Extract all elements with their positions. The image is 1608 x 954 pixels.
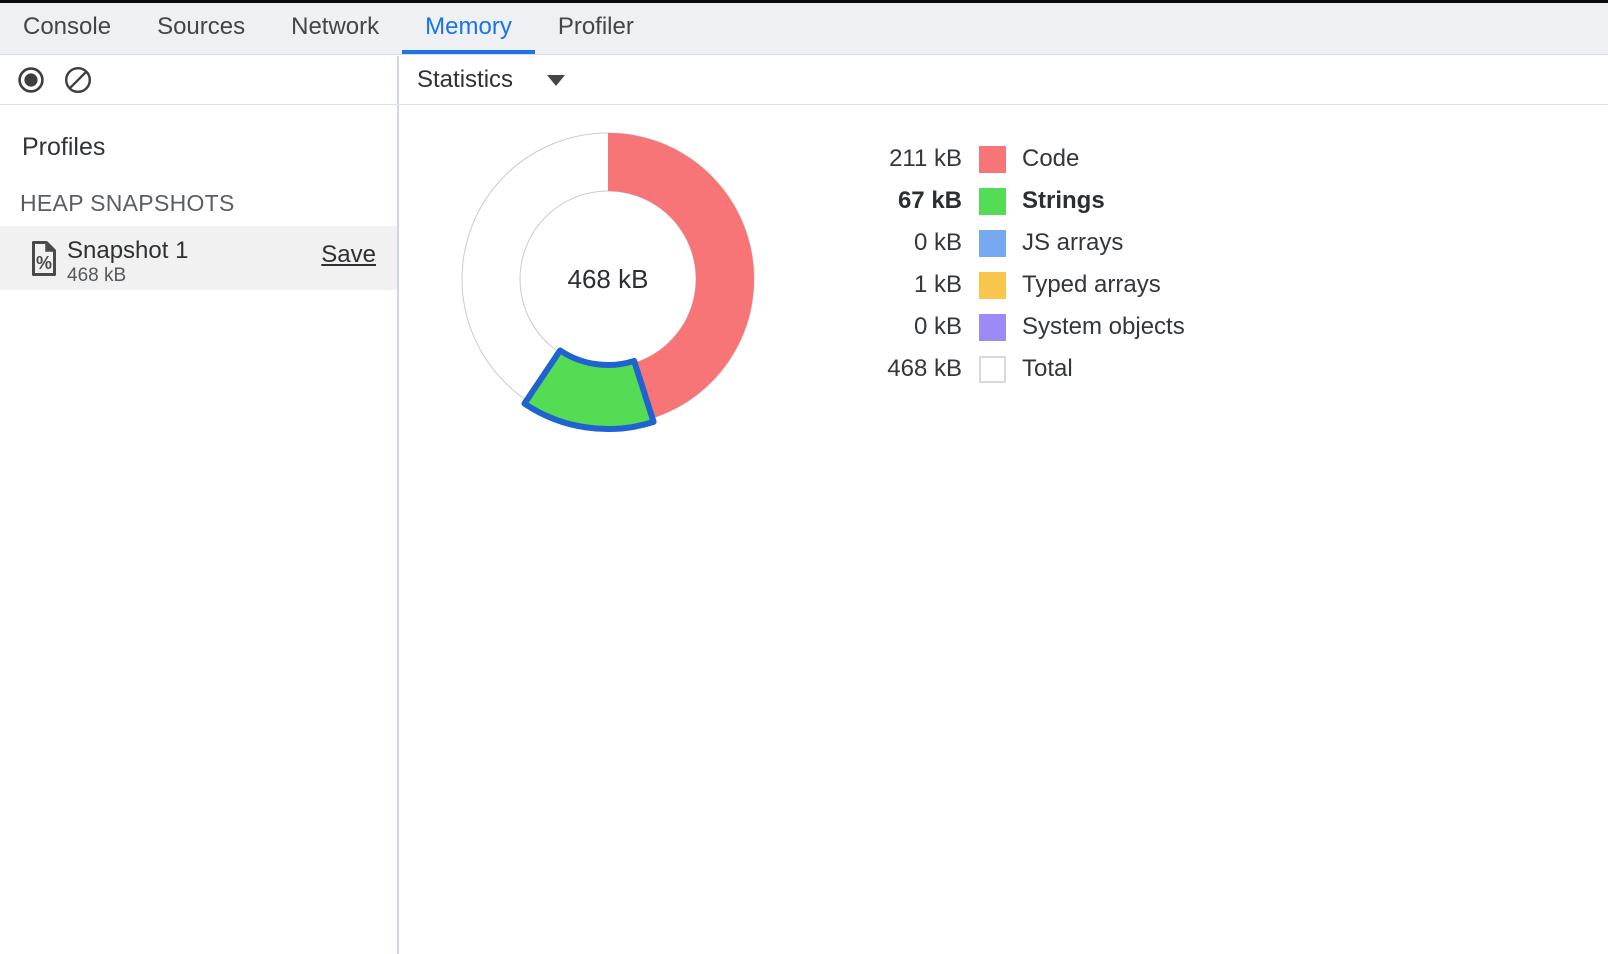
perspective-select-label: Statistics [417,66,513,94]
legend-swatch-icon [979,356,1006,383]
tab-console[interactable]: Console [0,3,134,54]
memory-toolbar: Statistics [0,56,1608,105]
tab-profiler[interactable]: Profiler [535,3,657,54]
caret-down-icon [545,73,567,87]
legend-swatch-icon [979,272,1006,299]
tab-sources[interactable]: Sources [134,3,268,54]
legend-value: 0 kB [832,229,962,257]
devtools-tabbar: ConsoleSourcesNetworkMemoryProfiler [0,3,1608,55]
legend-value: 1 kB [832,271,962,299]
legend-row-typed-arrays[interactable]: 1 kB Typed arrays [832,271,1185,299]
legend-swatch-icon [979,188,1006,215]
perspective-select[interactable]: Statistics [417,66,567,94]
record-heap-button[interactable] [17,66,45,94]
legend-swatch-icon [979,230,1006,257]
toolbar-left-section [0,56,399,104]
toolbar-right-section: Statistics [399,56,1608,104]
heap-snapshots-section-title: HEAP SNAPSHOTS [20,190,235,217]
legend-value: 0 kB [832,313,962,341]
legend-label: Typed arrays [1022,271,1161,299]
legend-label: Total [1022,355,1073,383]
clear-profiles-button[interactable] [64,66,92,94]
snapshot-name: Snapshot 1 [67,237,188,265]
profiles-sidebar: Profiles HEAP SNAPSHOTS % Snapshot 1 468… [0,105,399,954]
legend-row-js-arrays[interactable]: 0 kB JS arrays [832,229,1185,257]
legend-row-strings[interactable]: 67 kB Strings [832,187,1185,215]
legend-value: 468 kB [832,355,962,383]
heap-statistics-donut-chart: 468 kB [440,110,780,450]
legend-row-total[interactable]: 468 kB Total [832,355,1185,383]
legend-row-code[interactable]: 211 kB Code [832,145,1185,173]
svg-text:%: % [36,253,52,273]
chart-center-total-label: 468 kB [568,264,649,294]
save-snapshot-link[interactable]: Save [321,241,376,269]
legend-label: JS arrays [1022,229,1123,257]
legend-label: Strings [1022,187,1105,215]
tab-memory[interactable]: Memory [402,3,535,54]
legend-swatch-icon [979,146,1006,173]
record-icon [17,66,45,94]
legend-label: System objects [1022,313,1185,341]
legend-label: Code [1022,145,1079,173]
snapshot-size: 468 kB [67,265,126,287]
legend-row-system-objects[interactable]: 0 kB System objects [832,313,1185,341]
legend-value: 67 kB [832,187,962,215]
legend-value: 211 kB [832,145,962,173]
legend-swatch-icon [979,314,1006,341]
chart-legend: 211 kB Code 67 kB Strings 0 kB JS arrays 1 kB T… [832,145,1185,397]
snapshot-list-item[interactable]: % Snapshot 1 468 kB Save [0,226,397,290]
tab-network[interactable]: Network [268,3,402,54]
block-clear-icon [64,66,92,94]
chart-segment-strings-selected[interactable] [524,350,653,429]
heap-snapshot-file-icon: % [30,240,57,282]
profiles-title: Profiles [22,133,105,162]
